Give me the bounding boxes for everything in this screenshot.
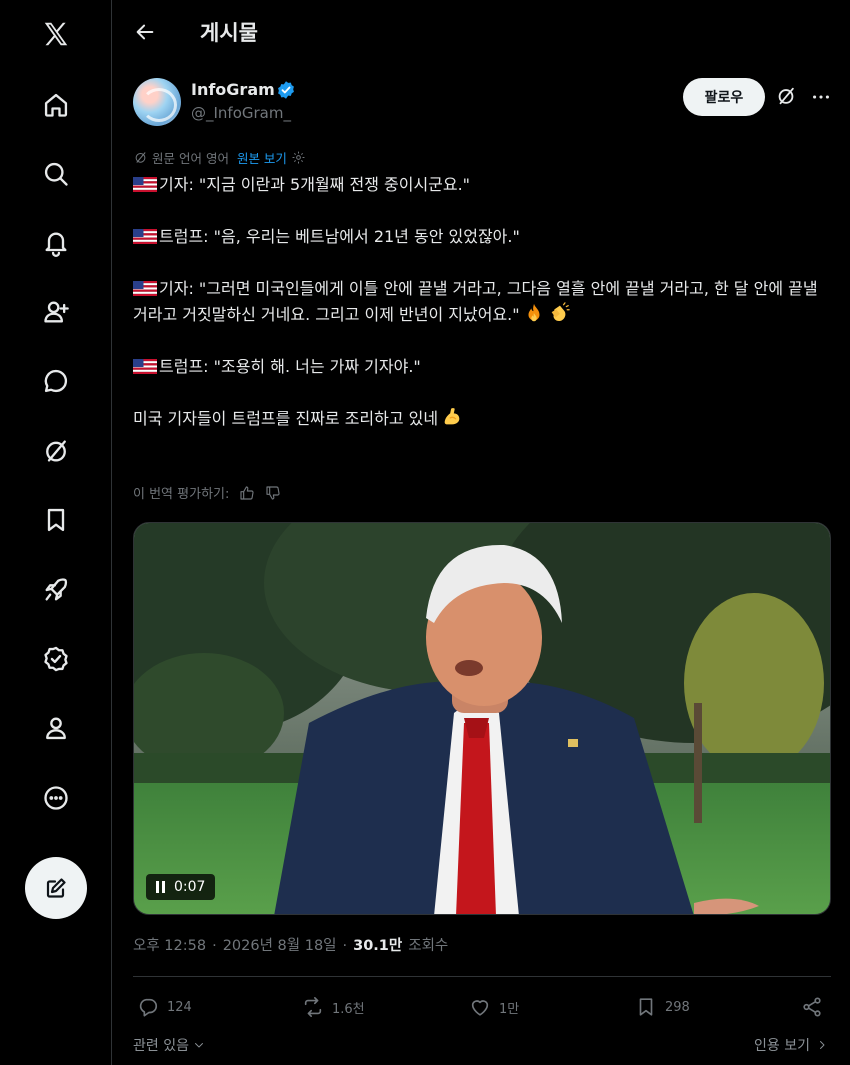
verified-badge-icon: [278, 81, 294, 99]
follow-people-icon[interactable]: [28, 284, 84, 340]
tweet-paragraph-text: 트럼프: "음, 우리는 베트남에서 21년 동안 있었잖아.": [159, 227, 520, 246]
grok-small-icon: [135, 151, 146, 163]
translation-note: 원문 언어 영어 원본 보기: [133, 148, 306, 166]
author-handle[interactable]: @_InfoGram_: [191, 104, 291, 122]
tweet-paragraph: 트럼프: "조용히 해. 너는 가짜 기자야.": [133, 354, 823, 380]
meta-separator: ·: [342, 938, 348, 954]
bookmarks-icon[interactable]: [28, 492, 84, 548]
gear-icon[interactable]: [291, 150, 306, 165]
tweet-paragraph: 기자: "지금 이란과 5개월째 전쟁 중이시군요.": [133, 172, 823, 198]
app: 게시물 InfoGram @_InfoGram_ 팔로우 원문 언어 영어 원본…: [0, 0, 850, 1065]
arrow-left-icon: [136, 24, 154, 40]
fire-emoji-icon: [528, 303, 540, 322]
page-header: 게시물: [113, 0, 850, 64]
grok-icon: [778, 87, 794, 105]
action-bar: 124 1.6천 1만 298: [133, 992, 831, 1022]
show-original-link[interactable]: 원본 보기: [237, 148, 287, 167]
views-label: 조회수: [408, 938, 449, 954]
post-time[interactable]: 오후 12:58: [133, 934, 206, 955]
post-detail: 게시물 InfoGram @_InfoGram_ 팔로우 원문 언어 영어 원본…: [113, 0, 850, 1065]
grok-icon[interactable]: [28, 423, 84, 479]
more-options-icon[interactable]: [28, 770, 84, 826]
like-button[interactable]: 1만: [469, 992, 519, 1022]
rate-translation: 이 번역 평가하기:: [133, 483, 281, 502]
tweet-paragraph: 미국 기자들이 트럼프를 진짜로 조리하고 있네: [133, 406, 823, 432]
page-title: 게시물: [200, 21, 258, 45]
thumbs-up-icon[interactable]: [239, 485, 255, 501]
bookmark-icon: [639, 998, 653, 1016]
reply-count: 124: [167, 999, 192, 1015]
search-icon[interactable]: [28, 146, 84, 202]
share-button[interactable]: [801, 992, 823, 1022]
flexed-biceps-emoji-icon: [444, 408, 460, 425]
notifications-bell-icon[interactable]: [28, 215, 84, 271]
views-count: 30.1만: [353, 938, 403, 954]
messages-chat-icon[interactable]: [28, 353, 84, 409]
video-duration: 0:07: [174, 879, 206, 895]
follow-button[interactable]: 팔로우: [683, 78, 765, 116]
post-date[interactable]: 2026년 8월 18일: [223, 934, 337, 955]
repost-button[interactable]: 1.6천: [302, 992, 365, 1022]
home-icon[interactable]: [28, 77, 84, 133]
view-quotes-label: 인용 보기: [754, 1038, 810, 1054]
share-icon: [803, 997, 821, 1017]
compose-post-button[interactable]: [25, 857, 87, 919]
translation-language-label: 원문 언어 영어: [152, 150, 229, 166]
us-flag-icon: [133, 177, 157, 192]
video-time-badge[interactable]: 0:07: [146, 874, 216, 900]
rocket-icon[interactable]: [28, 562, 84, 618]
avatar[interactable]: [133, 78, 181, 126]
grok-explain-button[interactable]: [775, 85, 799, 109]
profile-icon[interactable]: [28, 700, 84, 756]
compose-quill-icon: [46, 878, 66, 898]
pause-icon: [156, 881, 166, 893]
us-flag-icon: [133, 281, 157, 296]
thumbs-down-icon[interactable]: [265, 485, 281, 501]
repost-count: 1.6천: [332, 1001, 365, 1017]
video-player[interactable]: 0:07: [133, 522, 831, 915]
heart-icon: [471, 1000, 489, 1016]
post-meta: 오후 12:58 · 2026년 8월 18일 · 30.1만 조회수: [133, 934, 448, 955]
sidebar: [0, 0, 112, 1065]
tweet-text: 기자: "지금 이란과 5개월째 전쟁 중이시군요." 트럼프: "음, 우리는 …: [133, 172, 823, 432]
reply-button[interactable]: 124: [137, 992, 192, 1022]
tweet-paragraph-text: 트럼프: "조용히 해. 너는 가짜 기자야.": [159, 357, 421, 376]
bookmark-button[interactable]: 298: [635, 992, 690, 1022]
tweet-paragraph-text: 기자: "지금 이란과 5개월째 전쟁 중이시군요.": [159, 175, 471, 194]
reply-bubble-icon: [139, 998, 158, 1017]
bookmark-count: 298: [665, 999, 690, 1015]
repost-icon: [304, 997, 322, 1017]
meta-separator: ·: [212, 938, 217, 954]
related-label: 관련 있음: [133, 1038, 189, 1054]
post-more-button[interactable]: [809, 85, 833, 109]
back-button[interactable]: [131, 18, 159, 46]
divider: [133, 976, 831, 977]
chevron-right-icon: [820, 1041, 825, 1049]
rate-translation-label: 이 번역 평가하기:: [133, 487, 230, 502]
us-flag-icon: [133, 359, 157, 374]
author-name[interactable]: InfoGram: [191, 80, 275, 99]
verified-orgs-icon[interactable]: [28, 631, 84, 687]
tweet-paragraph: 기자: "그러면 미국인들에게 이틀 안에 끝낼 거라고, 그다음 열흘 안에 …: [133, 276, 823, 328]
like-count: 1만: [499, 1001, 520, 1017]
view-quotes-link[interactable]: 인용 보기: [754, 1035, 828, 1055]
clapping-hands-emoji-icon: [551, 302, 570, 322]
us-flag-icon: [133, 229, 157, 244]
tweet-paragraph: 트럼프: "음, 우리는 베트남에서 21년 동안 있었잖아.": [133, 224, 823, 250]
video-thumbnail: [134, 523, 830, 914]
tweet-paragraph-text: 기자: "그러면 미국인들에게 이틀 안에 끝낼 거라고, 그다음 열흘 안에 …: [133, 279, 818, 324]
more-horizontal-icon: [813, 95, 829, 99]
tweet-paragraph-text: 미국 기자들이 트럼프를 진짜로 조리하고 있네: [133, 409, 439, 428]
x-logo-icon[interactable]: [28, 6, 84, 62]
chevron-down-icon: [195, 1043, 203, 1048]
related-dropdown[interactable]: 관련 있음: [133, 1035, 205, 1055]
